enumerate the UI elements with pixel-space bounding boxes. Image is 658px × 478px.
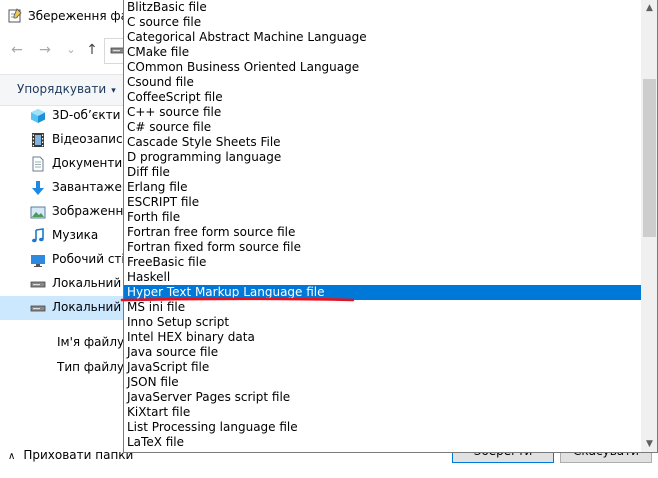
download-icon (32, 181, 44, 195)
caret-down-icon: ▾ (111, 86, 116, 96)
nav-item-pictures[interactable]: Зображення (0, 200, 126, 224)
filetype-option[interactable]: List Processing language file (124, 420, 641, 435)
filetype-option[interactable]: BlitzBasic file (124, 0, 641, 15)
document-icon (32, 156, 44, 172)
filetype-option[interactable]: Categorical Abstract Machine Language (124, 30, 641, 45)
filetype-option[interactable]: D programming language (124, 150, 641, 165)
filetype-option[interactable]: FreeBasic file (124, 255, 641, 270)
filetype-option[interactable]: MS ini file (124, 300, 641, 315)
nav-label: Відеозаписи (52, 132, 126, 146)
filetype-option[interactable]: Inno Setup script (124, 315, 641, 330)
nav-item-videos[interactable]: Відеозаписи (0, 128, 126, 152)
filetype-dropdown-list[interactable]: BlitzBasic file C source file Categorical … (123, 0, 658, 453)
filetype-option[interactable]: Forth file (124, 210, 641, 225)
filetype-option[interactable]: Fortran fixed form source file (124, 240, 641, 255)
nav-item-downloads[interactable]: Завантаження (0, 176, 126, 200)
nav-label: Зображення (52, 204, 126, 218)
nav-label: 3D-об’єкти (52, 108, 121, 122)
filetype-option-selected[interactable]: Hyper Text Markup Language file (124, 285, 641, 300)
filetype-option[interactable]: Fortran free form source file (124, 225, 641, 240)
organize-button[interactable]: Упорядкувати ▾ (17, 82, 116, 96)
filetype-option[interactable]: JavaServer Pages script file (124, 390, 641, 405)
filetype-option[interactable]: CMake file (124, 45, 641, 60)
up-arrow-icon[interactable]: ↑ (83, 40, 101, 60)
filetype-option[interactable]: Cascade Style Sheets File (124, 135, 641, 150)
scroll-up-arrow-icon[interactable]: ▲ (641, 0, 657, 17)
nav-label: Локальний диск (52, 276, 126, 290)
filetype-option[interactable]: COmmon Business Oriented Language (124, 60, 641, 75)
hide-folders-button[interactable]: ∧ Приховати папки (8, 448, 133, 462)
notepad-icon (8, 8, 22, 23)
nav-item-music[interactable]: Музика (0, 224, 126, 248)
nav-item-local-disk-selected[interactable]: Локальний диск (0, 296, 126, 320)
filetype-option[interactable]: Java source file (124, 345, 641, 360)
film-icon (32, 133, 44, 147)
filetype-option[interactable]: KiXtart file (124, 405, 641, 420)
nav-label: Робочий стіл (52, 252, 126, 266)
back-arrow-icon[interactable]: ← (8, 40, 26, 60)
nav-item-3d-objects[interactable]: 3D-об’єкти (0, 104, 126, 128)
filetype-option[interactable]: Haskell (124, 270, 641, 285)
cube-3d-icon (31, 109, 45, 123)
nav-item-documents[interactable]: Документи (0, 152, 126, 176)
forward-arrow-icon[interactable]: → (36, 40, 54, 60)
nav-item-desktop[interactable]: Робочий стіл (0, 248, 126, 272)
navigation-pane: 3D-об’єкти Відеозаписи Документи Заванта… (0, 104, 126, 328)
filetype-option[interactable]: Diff file (124, 165, 641, 180)
nav-label: Музика (52, 228, 99, 242)
filetype-label: Тип файлу: (57, 360, 129, 374)
filename-label: Ім'я файлу: (57, 335, 129, 349)
recent-locations-chevron-icon[interactable]: ⌄ (62, 40, 80, 60)
scroll-down-arrow-icon[interactable]: ▼ (641, 436, 657, 452)
filetype-option[interactable]: Intel HEX binary data (124, 330, 641, 345)
nav-label: Документи (52, 156, 123, 170)
filetype-option[interactable]: C source file (124, 15, 641, 30)
filetype-option[interactable]: Erlang file (124, 180, 641, 195)
nav-item-local-disk[interactable]: Локальний диск (0, 272, 126, 296)
filetype-option[interactable]: Csound file (124, 75, 641, 90)
nav-label: Завантаження (52, 180, 126, 194)
drive-icon (30, 305, 46, 312)
nav-label: Локальний диск (52, 300, 126, 314)
filetype-option[interactable]: LaTeX file (124, 435, 641, 450)
filetype-option[interactable]: CoffeeScript file (124, 90, 641, 105)
filetype-option[interactable]: C# source file (124, 120, 641, 135)
picture-icon (30, 206, 46, 219)
hide-folders-label: Приховати папки (23, 448, 134, 462)
desktop-icon (31, 255, 45, 267)
filetype-option[interactable]: JavaScript file (124, 360, 641, 375)
chevron-up-icon: ∧ (8, 451, 16, 462)
dropdown-scrollbar[interactable]: ▲ ▼ (641, 0, 657, 452)
filetype-option[interactable]: C++ source file (124, 105, 641, 120)
filetype-option[interactable]: JSON file (124, 375, 641, 390)
music-icon (32, 228, 44, 243)
organize-label: Упорядкувати (17, 82, 107, 96)
filetype-option[interactable]: ESCRIPT file (124, 195, 641, 210)
drive-icon (30, 281, 46, 288)
scrollbar-thumb[interactable] (643, 79, 656, 237)
